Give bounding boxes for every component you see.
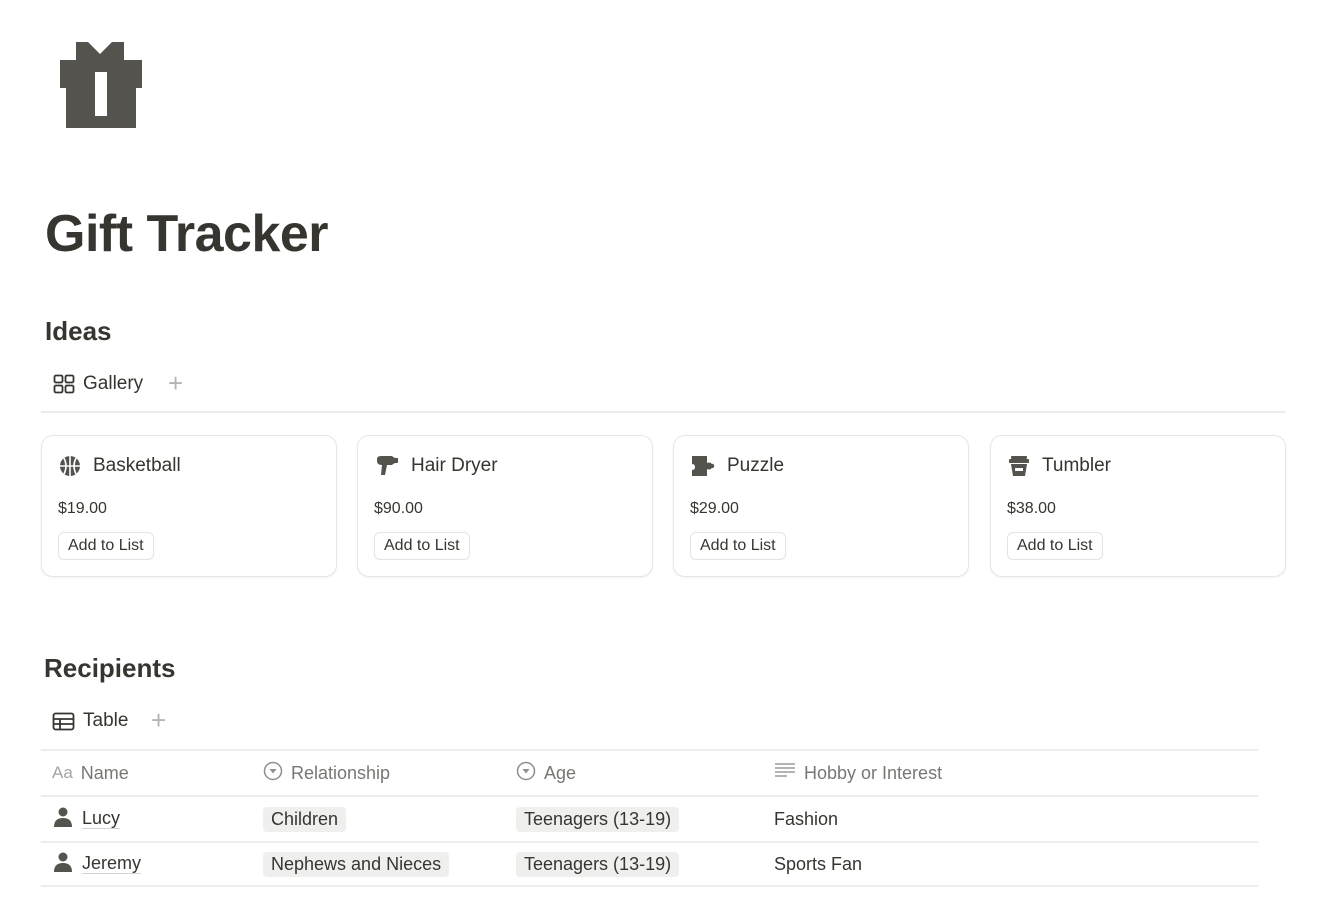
gallery-card[interactable]: Tumbler $38.00 Add to List [990, 435, 1286, 577]
text-icon [774, 762, 796, 785]
ideas-heading: Ideas [45, 316, 112, 346]
recipients-heading: Recipients [44, 653, 176, 683]
add-view-button[interactable]: + [168, 370, 183, 396]
card-price: $29.00 [690, 500, 739, 517]
table-header-row: Aa Name Relationship Age Hobby or Intere… [41, 749, 1258, 795]
age-tag: Teenagers (13-19) [516, 851, 680, 877]
person-icon [52, 852, 74, 877]
column-header-relationship[interactable]: Relationship [263, 761, 390, 786]
hobby-text: Fashion [774, 808, 839, 829]
gift-icon[interactable] [58, 40, 144, 130]
tab-table-label: Table [83, 710, 129, 731]
card-price: $90.00 [374, 500, 423, 517]
select-icon [516, 761, 536, 786]
age-tag: Teenagers (13-19) [516, 806, 680, 832]
table-icon [52, 712, 75, 731]
card-title: Tumbler [1042, 455, 1111, 476]
card-title: Basketball [93, 455, 181, 476]
card-title: Hair Dryer [411, 455, 498, 476]
card-price: $38.00 [1007, 500, 1056, 517]
puzzle-icon [691, 455, 715, 477]
column-header-age[interactable]: Age [516, 761, 576, 786]
add-to-list-button[interactable]: Add to List [374, 532, 470, 560]
table-row[interactable]: Jeremy Nephews and Nieces Teenagers (13-… [41, 841, 1258, 887]
tab-gallery-label: Gallery [83, 373, 144, 394]
relationship-tag: Nephews and Nieces [263, 851, 450, 877]
relationship-tag: Children [263, 806, 347, 832]
hobby-text: Sports Fan [774, 853, 863, 874]
recipient-name[interactable]: Lucy [82, 808, 121, 830]
add-to-list-button[interactable]: Add to List [1007, 532, 1103, 560]
gallery-grid-icon [53, 374, 75, 394]
tab-gallery[interactable]: Gallery [53, 373, 143, 395]
card-title: Puzzle [727, 455, 785, 476]
page-title: Gift Tracker [45, 205, 329, 263]
column-header-hobby[interactable]: Hobby or Interest [774, 762, 942, 785]
column-header-name[interactable]: Aa Name [52, 763, 129, 784]
recipient-name[interactable]: Jeremy [82, 853, 142, 875]
tumbler-icon [1008, 455, 1030, 477]
add-to-list-button[interactable]: Add to List [690, 532, 786, 560]
person-icon [52, 807, 74, 832]
table-row[interactable]: Lucy Children Teenagers (13-19) Fashion [41, 795, 1258, 841]
title-property-icon: Aa [52, 763, 73, 782]
divider [41, 411, 1286, 413]
gallery-card[interactable]: Basketball $19.00 Add to List [41, 435, 337, 577]
add-to-list-button[interactable]: Add to List [58, 532, 154, 560]
gallery-card[interactable]: Puzzle $29.00 Add to List [673, 435, 969, 577]
recipients-table: Aa Name Relationship Age Hobby or Intere… [41, 749, 1258, 887]
add-view-button[interactable]: + [151, 707, 166, 733]
card-price: $19.00 [58, 500, 107, 517]
gallery-card[interactable]: Hair Dryer $90.00 Add to List [357, 435, 653, 577]
hair-dryer-icon [375, 455, 399, 477]
select-icon [263, 761, 283, 786]
tab-table[interactable]: Table [52, 710, 128, 732]
basketball-icon [59, 455, 81, 477]
